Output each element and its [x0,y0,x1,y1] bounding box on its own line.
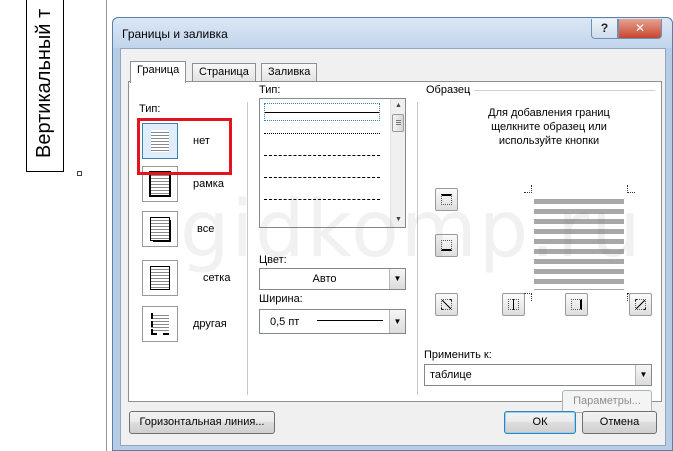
width-label: Ширина: [259,293,303,305]
right-border-button[interactable] [565,293,588,316]
apply-to-label: Применить к: [424,349,492,361]
inside-vertical-border-button[interactable] [502,293,525,316]
scroll-up-icon[interactable]: ▲ [391,99,406,113]
style-option-dashed-small[interactable] [264,147,380,165]
document-page-edge [106,0,107,451]
close-button[interactable]: ✕ [618,19,662,39]
resize-handle[interactable] [77,171,82,176]
style-label: Тип: [259,84,281,96]
annotation-highlight [137,118,232,175]
options-button[interactable]: Параметры... [562,390,652,413]
scroll-thumb[interactable] [392,114,404,132]
help-button[interactable]: ? [591,19,618,39]
border-right-icon [571,299,582,310]
style-option-solid[interactable] [264,103,380,121]
width-sample-line [317,320,383,321]
tab-borders[interactable]: Граница [130,61,187,83]
setting-label: Тип: [139,103,161,115]
horizontal-line-button[interactable]: Горизонтальная линия... [129,411,275,434]
preview-corner-mark [524,293,532,301]
apply-to-value: таблице [430,369,472,381]
diagonal-down-border-button[interactable] [629,293,652,316]
chevron-down-icon[interactable]: ▼ [635,365,651,385]
style-option-dotted[interactable] [264,125,380,143]
border-all-icon [150,217,170,241]
tab-shading[interactable]: Заливка [261,63,318,82]
ok-button[interactable]: ОК [504,411,576,434]
diagonal-up-border-button[interactable] [435,293,458,316]
vertical-text: Вертикальный т [33,8,55,158]
dialog-title: Границы и заливка [122,27,228,41]
border-inside-vertical-icon [508,299,519,310]
preview-label: Образец [426,84,471,96]
width-dropdown[interactable]: 0,5 пт ▼ [259,309,406,334]
border-box-icon [149,171,171,197]
preset-all-button[interactable] [142,211,178,247]
title-bar[interactable]: Границы и заливка ? ✕ [113,18,672,48]
border-custom-icon [151,313,169,335]
chevron-down-icon[interactable]: ▼ [389,310,405,333]
width-value: 0,5 пт [270,316,300,328]
border-grid-icon [150,266,170,290]
preview-hint: Для добавления границ щелкните образец и… [488,107,610,147]
preset-custom-label: другая [193,318,227,330]
preset-custom-button[interactable] [142,306,178,342]
tab-page-border[interactable]: Страница [192,63,256,82]
border-diagonal-up-icon [441,299,452,310]
border-diagonal-down-icon [635,299,646,310]
cancel-button[interactable]: Отмена [582,411,657,434]
watermark: gidkomp.ru [180,185,643,275]
apply-to-dropdown[interactable]: таблице ▼ [424,364,652,386]
preset-grid-button[interactable] [142,260,178,296]
group-line [474,90,655,91]
